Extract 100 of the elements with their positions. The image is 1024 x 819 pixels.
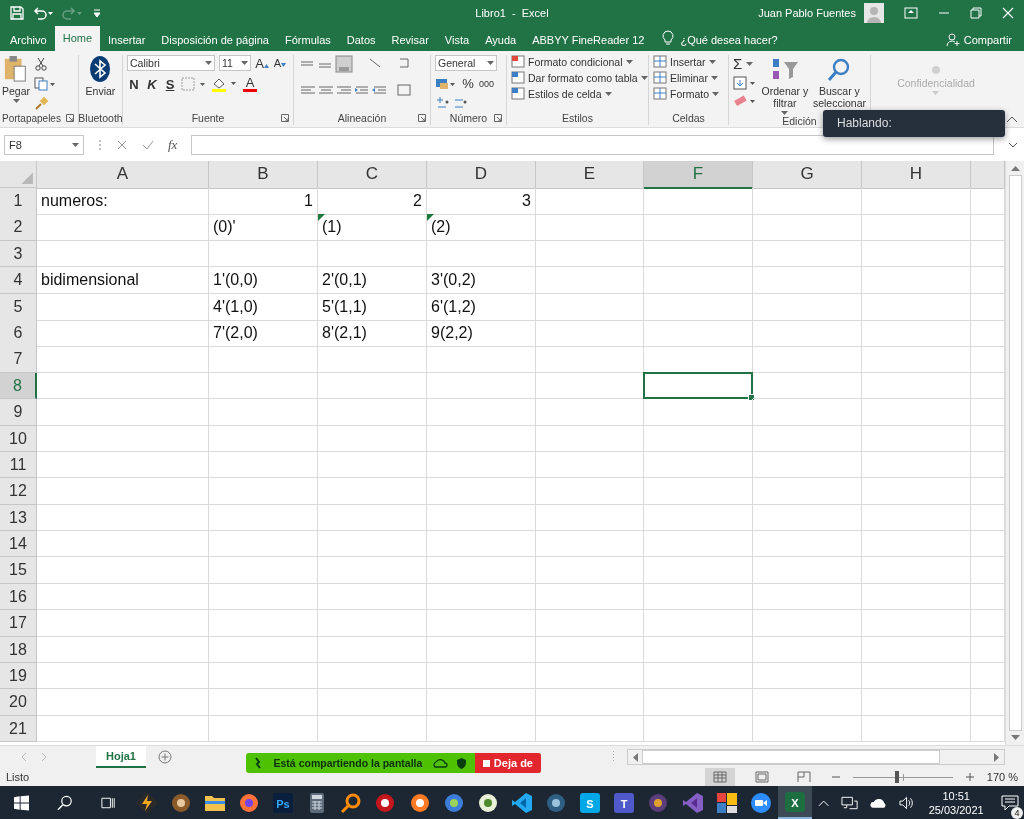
empty-cell[interactable] [209, 531, 318, 558]
code-editor-icon[interactable] [510, 791, 533, 814]
empty-cell[interactable] [862, 214, 971, 242]
empty-cell[interactable] [427, 636, 536, 664]
empty-cell[interactable] [318, 583, 427, 611]
empty-cell[interactable] [536, 504, 644, 532]
empty-cell[interactable] [753, 663, 862, 690]
empty-cell[interactable] [209, 583, 318, 611]
grow-font-button[interactable]: A [255, 55, 269, 71]
empty-cell[interactable] [427, 346, 536, 373]
empty-cell[interactable] [318, 451, 427, 479]
empty-cell[interactable] [862, 663, 971, 690]
horizontal-scrollbar[interactable] [627, 749, 1005, 765]
column-header[interactable]: H [862, 161, 971, 189]
empty-cell[interactable] [536, 583, 644, 611]
empty-cell[interactable] [644, 478, 753, 505]
underline-button[interactable]: S [163, 76, 177, 92]
font-color-button[interactable]: A [243, 76, 257, 92]
row-header[interactable]: 11 [0, 451, 37, 479]
cells-menu-button[interactable]: Eliminar [653, 71, 718, 84]
normal-view-button[interactable] [704, 768, 735, 786]
empty-cell[interactable] [318, 399, 427, 426]
row-header[interactable]: 9 [0, 399, 37, 426]
empty-cell[interactable] [318, 531, 427, 558]
row-header[interactable]: 18 [0, 636, 37, 664]
empty-cell[interactable] [753, 240, 862, 268]
empty-cell[interactable] [209, 451, 318, 479]
scroll-up-icon[interactable] [1010, 165, 1020, 171]
row-header[interactable]: 13 [0, 504, 37, 532]
empty-cell[interactable] [318, 346, 427, 373]
column-header[interactable] [971, 161, 1005, 189]
number-format-field[interactable]: General [435, 55, 497, 71]
empty-cell[interactable] [862, 267, 971, 295]
gear-icon[interactable] [647, 791, 670, 814]
ribbon-tab[interactable]: Fórmulas [276, 29, 339, 51]
restore-icon[interactable] [970, 7, 982, 19]
code-editor-icon[interactable] [681, 791, 704, 814]
notepad-icon[interactable] [476, 791, 499, 814]
empty-cell[interactable] [427, 451, 536, 479]
row-header[interactable]: 5 [0, 293, 37, 321]
empty-cell[interactable] [427, 504, 536, 532]
copy-icon[interactable] [34, 77, 57, 91]
name-box[interactable]: F8 [4, 135, 84, 155]
ribbon-tab[interactable]: ABBYY FineReader 12 [524, 29, 653, 51]
previous-sheet-icon[interactable] [20, 752, 28, 762]
empty-cell[interactable] [536, 557, 644, 584]
splitter-icon[interactable] [612, 751, 615, 763]
currency-icon[interactable] [435, 76, 457, 91]
row-header[interactable]: 20 [0, 689, 37, 716]
empty-cell[interactable] [862, 636, 971, 664]
ribbon-tab[interactable]: Home [54, 26, 101, 51]
empty-cell[interactable] [753, 425, 862, 452]
empty-cell[interactable] [209, 372, 318, 400]
empty-cell[interactable] [318, 636, 427, 664]
empty-cell[interactable] [644, 451, 753, 479]
empty-cell[interactable] [209, 557, 318, 584]
row-header[interactable]: 6 [0, 319, 37, 347]
empty-cell[interactable] [862, 319, 971, 347]
empty-cell[interactable] [862, 504, 971, 532]
row-header[interactable]: 17 [0, 610, 37, 637]
empty-cell[interactable] [536, 689, 644, 716]
italic-button[interactable]: K [145, 76, 159, 92]
empty-cell[interactable] [427, 663, 536, 690]
empty-cell[interactable] [427, 715, 536, 743]
zoom-slider[interactable] [852, 771, 953, 783]
shield-icon[interactable] [455, 757, 467, 769]
sheet-tab[interactable]: Hoja1 [96, 746, 146, 768]
empty-cell[interactable] [318, 610, 427, 637]
empty-cell[interactable] [209, 715, 318, 743]
empty-cell[interactable] [536, 319, 644, 347]
empty-cell[interactable] [862, 399, 971, 426]
styles-menu-button[interactable]: Dar formato como tabla [511, 71, 648, 84]
empty-cell[interactable] [209, 425, 318, 452]
row-header[interactable]: 19 [0, 663, 37, 690]
tell-me-search[interactable]: ¿Qué desea hacer? [680, 29, 778, 51]
error-indicator-icon[interactable] [318, 214, 325, 222]
enter-icon[interactable] [142, 139, 154, 151]
ribbon-tab[interactable]: Revisar [383, 29, 437, 51]
empty-cell[interactable] [753, 531, 862, 558]
scroll-right-icon[interactable] [994, 752, 1000, 762]
app-icon[interactable] [169, 791, 192, 814]
thousands-button[interactable]: 000 [479, 78, 495, 89]
dialog-launcher-icon[interactable] [494, 114, 502, 122]
empty-cell[interactable] [536, 715, 644, 743]
empty-cell[interactable] [862, 372, 971, 400]
empty-cell[interactable] [753, 267, 862, 295]
empty-cell[interactable] [536, 267, 644, 295]
empty-cell[interactable] [536, 451, 644, 479]
empty-cell[interactable] [753, 188, 862, 215]
shrink-font-button[interactable]: A [273, 57, 287, 69]
empty-cell[interactable] [536, 293, 644, 321]
row-header[interactable]: 4 [0, 267, 37, 295]
empty-cell[interactable] [862, 557, 971, 584]
empty-cell[interactable] [644, 214, 753, 242]
empty-cell[interactable] [427, 240, 536, 268]
empty-cell[interactable] [209, 240, 318, 268]
empty-cell[interactable] [536, 610, 644, 637]
ribbon-tab[interactable]: Insertar [100, 29, 154, 51]
empty-cell[interactable] [862, 583, 971, 611]
row-header[interactable]: 7 [0, 346, 37, 373]
